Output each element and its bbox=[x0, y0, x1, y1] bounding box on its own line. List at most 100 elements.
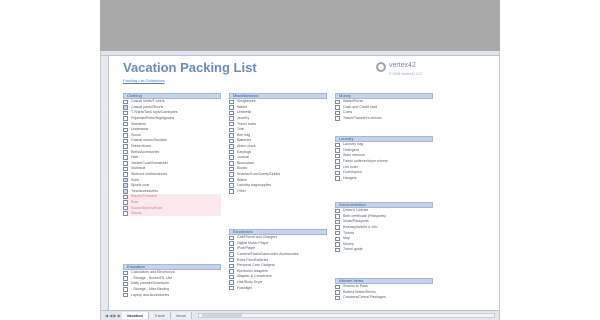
checkbox[interactable] bbox=[335, 230, 340, 236]
tab-travel[interactable]: Travel bbox=[149, 312, 172, 319]
item-label: Tote bbox=[237, 127, 244, 132]
checkbox[interactable] bbox=[123, 127, 128, 133]
scrollbar-thumb[interactable] bbox=[201, 314, 242, 317]
checkbox[interactable] bbox=[335, 142, 340, 148]
checkbox[interactable] bbox=[123, 121, 128, 127]
checkbox[interactable] bbox=[123, 144, 128, 149]
checkbox[interactable] bbox=[335, 164, 340, 170]
checkbox[interactable] bbox=[123, 138, 128, 144]
checkbox[interactable] bbox=[123, 110, 128, 116]
item-label: Lint roller bbox=[343, 164, 358, 169]
checkbox[interactable] bbox=[229, 161, 234, 166]
checkbox[interactable] bbox=[123, 155, 128, 160]
checkbox[interactable] bbox=[123, 116, 128, 121]
checkbox[interactable] bbox=[123, 292, 128, 298]
checkbox[interactable] bbox=[229, 241, 234, 246]
checkbox[interactable] bbox=[123, 276, 128, 281]
checkbox[interactable] bbox=[229, 285, 234, 291]
section-clothing: Clothing Casual shirts/T-shirts Casual pan… bbox=[123, 93, 221, 217]
checkbox[interactable] bbox=[123, 133, 128, 138]
checkbox[interactable] bbox=[229, 257, 234, 263]
checkbox[interactable] bbox=[229, 189, 234, 194]
checkbox[interactable] bbox=[229, 99, 234, 105]
checkbox[interactable] bbox=[229, 144, 234, 149]
checkbox[interactable] bbox=[123, 166, 128, 172]
item-label: Cash and Credit card bbox=[343, 104, 377, 109]
item-label: Suits bbox=[131, 177, 139, 182]
checkbox[interactable] bbox=[123, 183, 128, 188]
vertex42-logo: vertex42 © 2009 Vertex42 LLC bbox=[376, 62, 451, 80]
checkbox[interactable] bbox=[335, 284, 340, 290]
tab-vacation[interactable]: Vacation bbox=[121, 312, 150, 319]
checkbox[interactable] bbox=[229, 246, 234, 252]
checkbox[interactable] bbox=[229, 183, 234, 188]
checkbox[interactable] bbox=[123, 105, 128, 110]
checkbox[interactable] bbox=[335, 105, 340, 110]
checkbox[interactable] bbox=[123, 194, 128, 200]
checkbox[interactable] bbox=[229, 121, 234, 127]
checkbox[interactable] bbox=[123, 281, 128, 287]
checkbox[interactable] bbox=[335, 110, 340, 116]
checkbox[interactable] bbox=[229, 138, 234, 144]
checkbox[interactable] bbox=[229, 105, 234, 110]
checkbox[interactable] bbox=[335, 295, 340, 301]
checkbox[interactable] bbox=[335, 219, 340, 225]
checkbox[interactable] bbox=[335, 148, 340, 153]
item-label: Hair/Body Dryer bbox=[237, 280, 263, 285]
checkbox[interactable] bbox=[229, 177, 234, 183]
checkbox[interactable] bbox=[123, 205, 128, 211]
guidelines-link[interactable]: Packing List Guidelines bbox=[123, 78, 165, 83]
checkbox[interactable] bbox=[335, 99, 340, 105]
horizontal-scrollbar[interactable] bbox=[197, 313, 495, 318]
checkbox[interactable] bbox=[229, 155, 234, 160]
checkbox[interactable] bbox=[335, 236, 340, 242]
item-label: Hats bbox=[131, 155, 139, 160]
checkbox[interactable] bbox=[123, 287, 128, 292]
item-label: Ties/Accessories bbox=[131, 188, 159, 193]
checkbox[interactable] bbox=[229, 274, 234, 280]
checkbox[interactable] bbox=[335, 159, 340, 164]
checkbox[interactable] bbox=[335, 170, 340, 176]
checkbox[interactable] bbox=[123, 200, 128, 205]
checkbox[interactable] bbox=[229, 110, 234, 116]
checkbox[interactable] bbox=[335, 247, 340, 253]
checkbox[interactable] bbox=[123, 211, 128, 216]
checkbox[interactable] bbox=[229, 127, 234, 133]
checkbox[interactable] bbox=[229, 252, 234, 257]
checkbox[interactable] bbox=[335, 225, 340, 230]
checkbox[interactable] bbox=[123, 99, 128, 105]
logo-copyright: © 2009 Vertex42 LLC bbox=[389, 72, 423, 76]
checkbox[interactable] bbox=[123, 270, 128, 276]
checkbox[interactable] bbox=[229, 133, 234, 138]
item-label: Cell/Phone and Chargers bbox=[237, 235, 278, 240]
checkbox[interactable] bbox=[229, 149, 234, 155]
page-title: Vacation Packing List bbox=[123, 60, 257, 75]
spreadsheet: Vacation Packing List Packing List Guide… bbox=[100, 51, 500, 320]
checkbox[interactable] bbox=[229, 172, 234, 177]
item-label: - Storage - Misc Binding bbox=[131, 287, 170, 292]
checkbox[interactable] bbox=[123, 172, 128, 177]
tab-scroll-buttons[interactable]: ◀ ◀ ▶ ▶ bbox=[105, 313, 121, 318]
checkbox[interactable] bbox=[229, 280, 234, 285]
checkbox[interactable] bbox=[123, 149, 128, 155]
checkbox[interactable] bbox=[335, 176, 340, 181]
checkbox[interactable] bbox=[335, 290, 340, 295]
checkbox[interactable] bbox=[123, 161, 128, 166]
checkbox[interactable] bbox=[229, 166, 234, 172]
checkbox[interactable] bbox=[229, 116, 234, 121]
tab-ideas[interactable]: Ideas bbox=[171, 312, 192, 319]
checkbox[interactable] bbox=[229, 263, 234, 269]
checkbox[interactable] bbox=[229, 235, 234, 241]
checkbox[interactable] bbox=[335, 116, 340, 121]
checkbox[interactable] bbox=[229, 269, 234, 274]
checkbox[interactable] bbox=[123, 177, 128, 183]
item-label: Stain remover bbox=[343, 153, 366, 158]
checkbox[interactable] bbox=[335, 208, 340, 214]
item-label: Travel locks bbox=[237, 121, 257, 126]
item-label: Dress shoes bbox=[131, 144, 151, 149]
checkbox[interactable] bbox=[335, 153, 340, 159]
checkbox[interactable] bbox=[123, 189, 128, 194]
checkbox[interactable] bbox=[335, 214, 340, 219]
checkbox[interactable] bbox=[335, 242, 340, 247]
checklist-item: Other bbox=[229, 189, 327, 195]
